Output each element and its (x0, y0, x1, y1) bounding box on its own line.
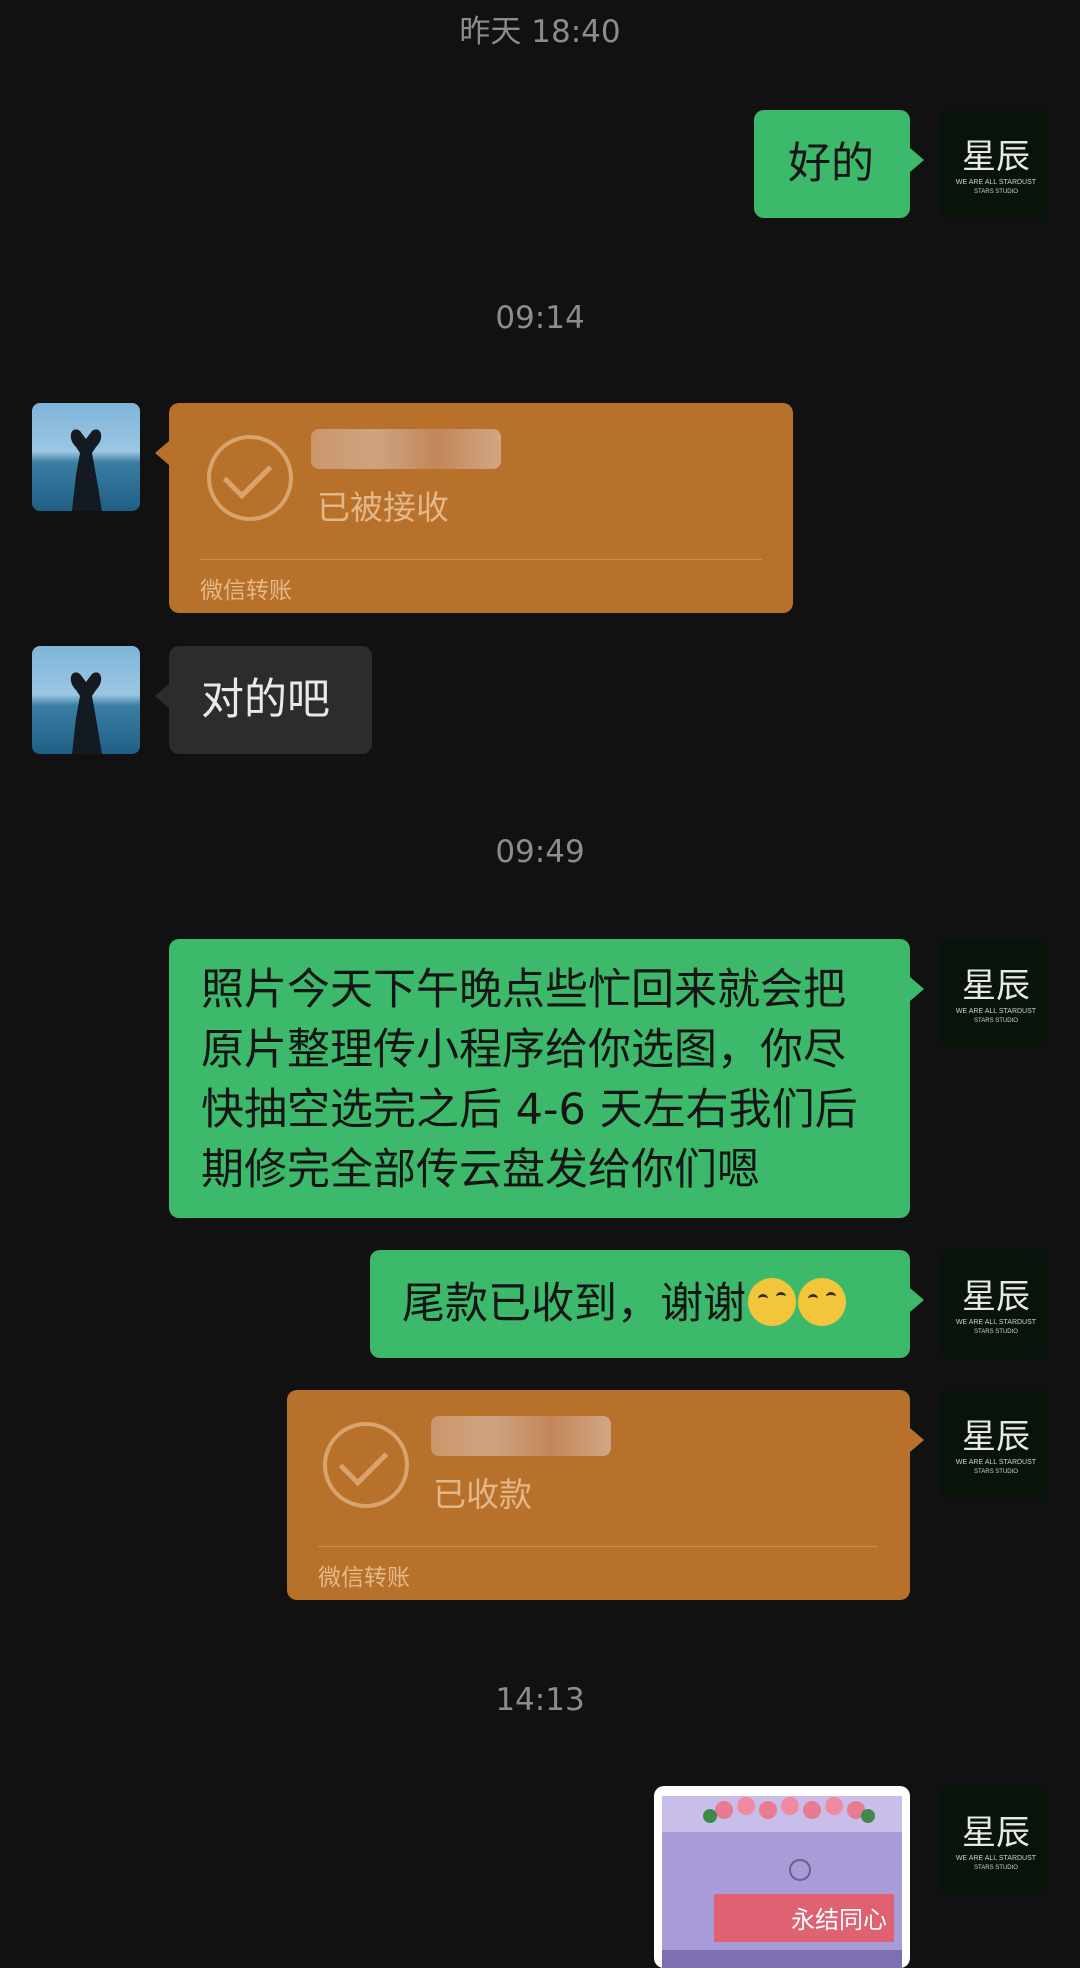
transfer-label: 微信转账 (318, 1565, 410, 1591)
message-text: 照片今天下午晚点些忙回来就会把原片整理传小程序给你选图，你尽快抽空选完之后 4-… (201, 965, 858, 1195)
studio-logo-icon: 星辰 WE ARE ALL STARDUST STARS STUDIO (956, 137, 1037, 195)
svg-text:WE ARE ALL STARDUST: WE ARE ALL STARDUST (956, 1319, 1037, 1326)
studio-logo-icon: 星辰 WE ARE ALL STARDUST STARS STUDIO (956, 966, 1037, 1024)
message-bubble-sent[interactable]: 尾款已收到，谢谢 (370, 1250, 924, 1358)
studio-logo-icon: 星辰 WE ARE ALL STARDUST STARS STUDIO (956, 1813, 1037, 1871)
message-text: 对的吧 (201, 675, 330, 725)
svg-text:星辰: 星辰 (962, 1277, 1030, 1317)
studio-logo-icon: 星辰 WE ARE ALL STARDUST STARS STUDIO (956, 1277, 1037, 1335)
wedding-car-photo: 永结同心 (662, 1796, 902, 1968)
svg-text:星辰: 星辰 (962, 966, 1030, 1006)
blurred-amount (431, 1416, 611, 1456)
my-avatar[interactable]: 星辰 WE ARE ALL STARDUST STARS STUDIO (940, 1786, 1048, 1894)
svg-text:STARS STUDIO: STARS STUDIO (974, 189, 1018, 195)
photo-banner-text: 永结同心 (791, 1906, 887, 1934)
check-circle-icon (323, 1422, 409, 1508)
svg-text:WE ARE ALL STARDUST: WE ARE ALL STARDUST (956, 1459, 1037, 1466)
my-avatar[interactable]: 星辰 WE ARE ALL STARDUST STARS STUDIO (940, 939, 1048, 1047)
smirk-emoji-icon (798, 1278, 846, 1326)
transfer-status: 已被接收 (317, 488, 449, 527)
svg-text:星辰: 星辰 (962, 137, 1030, 177)
svg-text:WE ARE ALL STARDUST: WE ARE ALL STARDUST (956, 1855, 1037, 1862)
svg-text:星辰: 星辰 (962, 1417, 1030, 1457)
svg-text:STARS STUDIO: STARS STUDIO (974, 1469, 1018, 1475)
timestamp: 14:13 (495, 1682, 585, 1718)
check-circle-icon (207, 435, 293, 521)
timestamp: 昨天 18:40 (459, 14, 621, 50)
transfer-status: 已收款 (433, 1475, 532, 1514)
svg-text:STARS STUDIO: STARS STUDIO (974, 1018, 1018, 1024)
wechat-transfer-card[interactable]: 已收款 微信转账 (287, 1390, 924, 1600)
person-silhouette-icon (70, 672, 102, 754)
my-avatar[interactable]: 星辰 WE ARE ALL STARDUST STARS STUDIO (940, 1390, 1048, 1498)
contact-avatar[interactable] (32, 403, 140, 511)
svg-text:星辰: 星辰 (962, 1813, 1030, 1853)
svg-text:STARS STUDIO: STARS STUDIO (974, 1329, 1018, 1335)
photo-message[interactable]: 永结同心 (654, 1786, 910, 1968)
smirk-emoji-icon (748, 1278, 796, 1326)
person-silhouette-icon (70, 429, 102, 511)
my-avatar[interactable]: 星辰 WE ARE ALL STARDUST STARS STUDIO (940, 1250, 1048, 1358)
timestamp: 09:14 (495, 300, 585, 336)
my-avatar[interactable]: 星辰 WE ARE ALL STARDUST STARS STUDIO (940, 110, 1048, 218)
svg-text:WE ARE ALL STARDUST: WE ARE ALL STARDUST (956, 1008, 1037, 1015)
svg-text:STARS STUDIO: STARS STUDIO (974, 1865, 1018, 1871)
message-text: 尾款已收到，谢谢 (402, 1279, 746, 1329)
message-bubble-sent[interactable]: 照片今天下午晚点些忙回来就会把原片整理传小程序给你选图，你尽快抽空选完之后 4-… (169, 939, 924, 1218)
wechat-transfer-card[interactable]: 已被接收 微信转账 (155, 403, 793, 613)
blurred-amount (311, 429, 501, 469)
message-text: 好的 (788, 139, 874, 189)
transfer-label: 微信转账 (200, 578, 292, 604)
message-bubble-sent[interactable]: 好的 (754, 110, 924, 218)
message-bubble-received[interactable]: 对的吧 (155, 646, 372, 754)
timestamp: 09:49 (495, 834, 585, 870)
contact-avatar[interactable] (32, 646, 140, 754)
svg-text:WE ARE ALL STARDUST: WE ARE ALL STARDUST (956, 179, 1037, 186)
studio-logo-icon: 星辰 WE ARE ALL STARDUST STARS STUDIO (956, 1417, 1037, 1475)
